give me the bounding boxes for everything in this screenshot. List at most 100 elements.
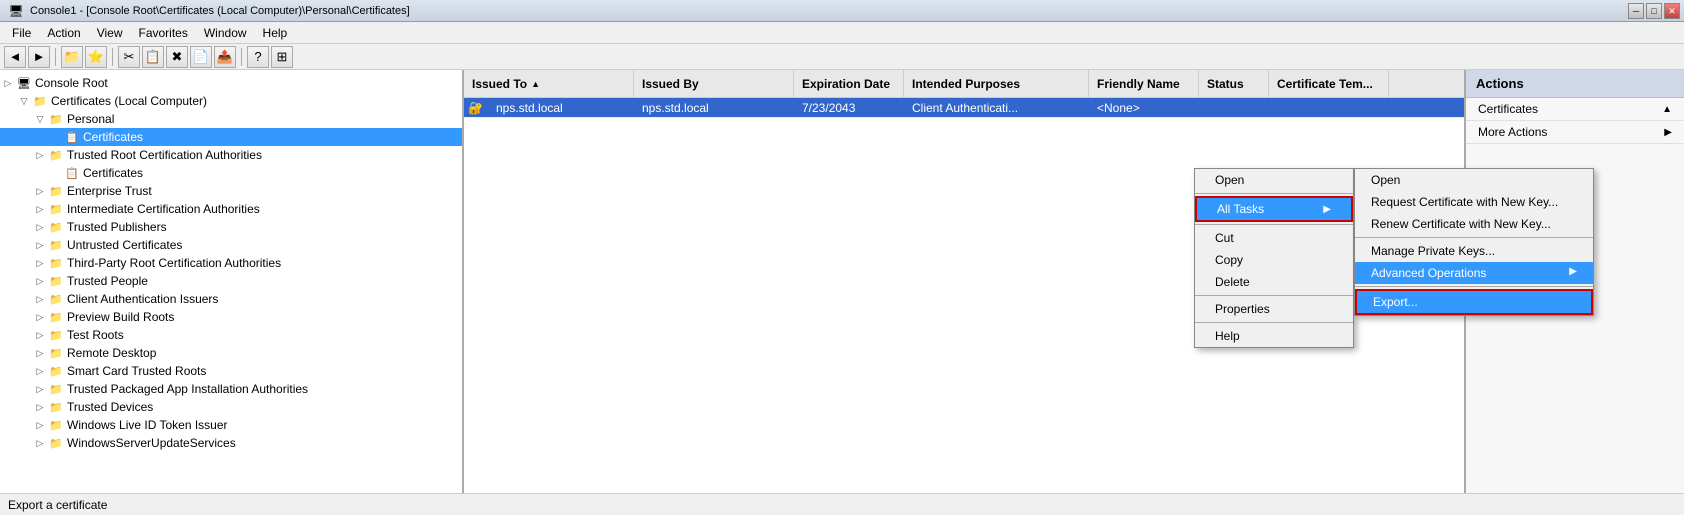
tree-item-windows-live[interactable]: ▷ 📁 Windows Live ID Token Issuer <box>0 416 462 434</box>
tree-item-certs-local[interactable]: ▽ 📁 Certificates (Local Computer) <box>0 92 462 110</box>
copy-button[interactable]: 📋 <box>142 46 164 68</box>
tree-item-untrusted-certs[interactable]: ▷ 📁 Untrusted Certificates <box>0 236 462 254</box>
ctx-help[interactable]: Help <box>1195 325 1353 347</box>
tree-label-certs-local: Certificates (Local Computer) <box>51 94 207 108</box>
tree-label-trusted-packaged: Trusted Packaged App Installation Author… <box>67 382 308 396</box>
menu-help[interactable]: Help <box>255 24 296 42</box>
minimize-button[interactable]: ─ <box>1628 3 1644 19</box>
view-button[interactable]: ⊞ <box>271 46 293 68</box>
tree-item-intermediate-ca[interactable]: ▷ 📁 Intermediate Certification Authoriti… <box>0 200 462 218</box>
tree-item-trusted-publishers[interactable]: ▷ 📁 Trusted Publishers <box>0 218 462 236</box>
wsus-icon: 📁 <box>48 435 64 451</box>
tree-item-smart-card[interactable]: ▷ 📁 Smart Card Trusted Roots <box>0 362 462 380</box>
forward-button[interactable]: ► <box>28 46 50 68</box>
toggle-smart-card[interactable]: ▷ <box>32 363 48 379</box>
favorites-button[interactable]: ⭐ <box>85 46 107 68</box>
back-button[interactable]: ◄ <box>4 46 26 68</box>
menu-favorites[interactable]: Favorites <box>131 24 196 42</box>
col-header-purposes[interactable]: Intended Purposes <box>904 70 1089 97</box>
tree-label-smart-card: Smart Card Trusted Roots <box>67 364 206 378</box>
tree-item-remote-desktop[interactable]: ▷ 📁 Remote Desktop <box>0 344 462 362</box>
sub-request-new-key[interactable]: Request Certificate with New Key... <box>1355 191 1593 213</box>
tree-label-intermediate-ca: Intermediate Certification Authorities <box>67 202 260 216</box>
tree-item-console-root[interactable]: ▷ 🖥 Console Root <box>0 74 462 92</box>
tree-item-test-roots[interactable]: ▷ 📁 Test Roots <box>0 326 462 344</box>
menu-action[interactable]: Action <box>39 24 88 42</box>
tree-item-trusted-packaged[interactable]: ▷ 📁 Trusted Packaged App Installation Au… <box>0 380 462 398</box>
tree-item-trusted-root-certs[interactable]: 📋 Certificates <box>0 164 462 182</box>
tree-panel: ▷ 🖥 Console Root ▽ 📁 Certificates (Local… <box>0 70 464 493</box>
tree-label-personal: Personal <box>67 112 114 126</box>
tree-item-preview-build[interactable]: ▷ 📁 Preview Build Roots <box>0 308 462 326</box>
toggle-test-roots[interactable]: ▷ <box>32 327 48 343</box>
ctx-cut[interactable]: Cut <box>1195 227 1353 249</box>
tree-item-wsus[interactable]: ▷ 📁 WindowsServerUpdateServices <box>0 434 462 452</box>
cut-button[interactable]: ✂ <box>118 46 140 68</box>
sub-manage-private-keys[interactable]: Manage Private Keys... <box>1355 240 1593 262</box>
toggle-trusted-root[interactable]: ▷ <box>32 147 48 163</box>
ctx-all-tasks[interactable]: All Tasks ▶ <box>1195 196 1353 222</box>
toggle-trusted-people[interactable]: ▷ <box>32 273 48 289</box>
toggle-third-party-root[interactable]: ▷ <box>32 255 48 271</box>
menu-window[interactable]: Window <box>196 24 255 42</box>
toggle-console-root[interactable]: ▷ <box>0 75 16 91</box>
col-header-issued-by[interactable]: Issued By <box>634 70 794 97</box>
ctx-properties[interactable]: Properties <box>1195 298 1353 320</box>
ctx-open[interactable]: Open <box>1195 169 1353 191</box>
ctx-copy[interactable]: Copy <box>1195 249 1353 271</box>
sub-export[interactable]: Export... <box>1355 289 1593 315</box>
col-header-issued-to[interactable]: Issued To ▲ <box>464 70 634 97</box>
actions-item-certificates[interactable]: Certificates ▲ <box>1466 98 1684 121</box>
menu-file[interactable]: File <box>4 24 39 42</box>
toolbar-sep-1 <box>55 48 56 66</box>
toggle-personal[interactable]: ▽ <box>32 111 48 127</box>
close-button[interactable]: ✕ <box>1664 3 1680 19</box>
actions-more-actions-label: More Actions <box>1478 125 1547 139</box>
ctx-delete[interactable]: Delete <box>1195 271 1353 293</box>
menu-view[interactable]: View <box>89 24 131 42</box>
sub-advanced-operations[interactable]: Advanced Operations ▶ <box>1355 262 1593 284</box>
col-header-status[interactable]: Status <box>1199 70 1269 97</box>
sub-open-label: Open <box>1371 173 1400 187</box>
ctx-properties-label: Properties <box>1215 302 1270 316</box>
tree-item-third-party-root[interactable]: ▷ 📁 Third-Party Root Certification Autho… <box>0 254 462 272</box>
trusted-root-certs-icon: 📋 <box>64 165 80 181</box>
tree-item-enterprise-trust[interactable]: ▷ 📁 Enterprise Trust <box>0 182 462 200</box>
sub-renew-new-key[interactable]: Renew Certificate with New Key... <box>1355 213 1593 235</box>
export-button[interactable]: 📤 <box>214 46 236 68</box>
toggle-enterprise-trust[interactable]: ▷ <box>32 183 48 199</box>
toggle-intermediate-ca[interactable]: ▷ <box>32 201 48 217</box>
context-menu: Open All Tasks ▶ Cut Copy Delete Propert… <box>1194 168 1354 348</box>
toggle-trusted-packaged[interactable]: ▷ <box>32 381 48 397</box>
actions-certificates-label: Certificates <box>1478 102 1538 116</box>
delete-button[interactable]: ✖ <box>166 46 188 68</box>
tree-item-trusted-people[interactable]: ▷ 📁 Trusted People <box>0 272 462 290</box>
tree-item-trusted-devices[interactable]: ▷ 📁 Trusted Devices <box>0 398 462 416</box>
toggle-client-auth[interactable]: ▷ <box>32 291 48 307</box>
sub-open[interactable]: Open <box>1355 169 1593 191</box>
help-button[interactable]: ? <box>247 46 269 68</box>
toggle-windows-live[interactable]: ▷ <box>32 417 48 433</box>
table-row[interactable]: 🔐 nps.std.local nps.std.local 7/23/2043 … <box>464 98 1464 118</box>
tree-item-personal[interactable]: ▽ 📁 Personal <box>0 110 462 128</box>
tree-item-client-auth[interactable]: ▷ 📁 Client Authentication Issuers <box>0 290 462 308</box>
toggle-trusted-devices[interactable]: ▷ <box>32 399 48 415</box>
properties-button[interactable]: 📄 <box>190 46 212 68</box>
toggle-untrusted-certs[interactable]: ▷ <box>32 237 48 253</box>
col-header-friendly[interactable]: Friendly Name <box>1089 70 1199 97</box>
toggle-trusted-publishers[interactable]: ▷ <box>32 219 48 235</box>
tree-label-certificates: Certificates <box>83 130 143 144</box>
tree-label-trusted-root-certs: Certificates <box>83 166 143 180</box>
toggle-preview-build[interactable]: ▷ <box>32 309 48 325</box>
toggle-remote-desktop[interactable]: ▷ <box>32 345 48 361</box>
toggle-wsus[interactable]: ▷ <box>32 435 48 451</box>
maximize-button[interactable]: □ <box>1646 3 1662 19</box>
col-header-expiry[interactable]: Expiration Date <box>794 70 904 97</box>
toggle-certs-local[interactable]: ▽ <box>16 93 32 109</box>
actions-item-more-actions[interactable]: More Actions ▶ <box>1466 121 1684 144</box>
col-header-cert-tem[interactable]: Certificate Tem... <box>1269 70 1389 97</box>
tree-item-certificates[interactable]: 📋 Certificates <box>0 128 462 146</box>
client-auth-icon: 📁 <box>48 291 64 307</box>
up-button[interactable]: 📁 <box>61 46 83 68</box>
tree-item-trusted-root[interactable]: ▷ 📁 Trusted Root Certification Authoriti… <box>0 146 462 164</box>
